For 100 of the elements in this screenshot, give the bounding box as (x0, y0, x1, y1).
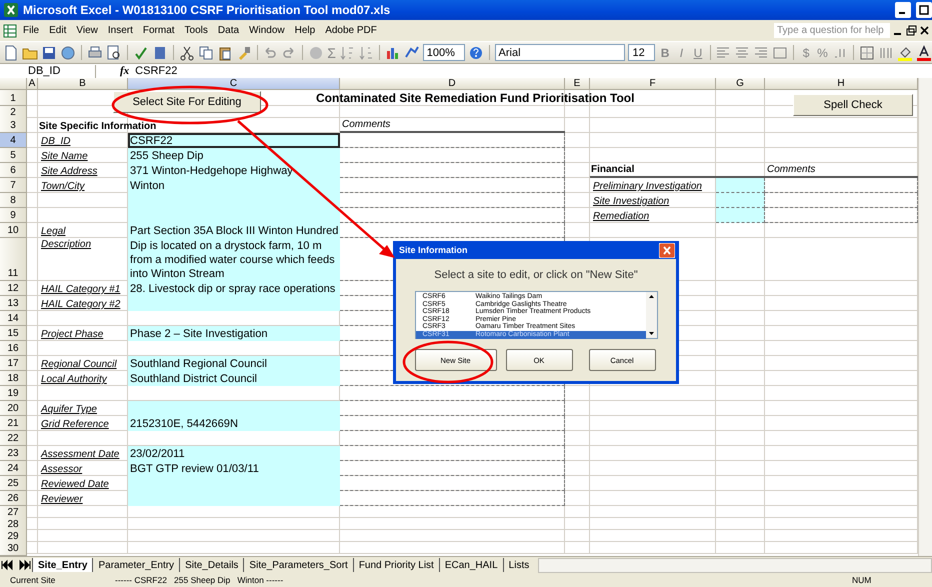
menu-item[interactable]: Format (138, 23, 180, 38)
input-cell[interactable]: 2152310E, 5442669N (128, 416, 340, 431)
function-label[interactable]: fx (120, 65, 130, 77)
help-search-field[interactable]: Type a question for help (774, 23, 890, 38)
select-site-button[interactable]: Select Site For Editing (113, 91, 261, 113)
sheet-tab[interactable]: Site_Entry (32, 558, 92, 572)
input-cell[interactable]: 28. Livestock dip or spray race operations (128, 281, 340, 296)
column-header[interactable]: D (340, 78, 565, 90)
input-cell[interactable] (128, 401, 340, 416)
menu-item[interactable]: View (71, 23, 103, 38)
input-cell[interactable]: 255 Sheep Dip (128, 148, 340, 163)
sort-ascending-icon[interactable] (338, 44, 355, 60)
minimize-button[interactable] (895, 2, 911, 18)
font-color-icon[interactable] (916, 44, 932, 60)
select-all-corner[interactable] (0, 78, 27, 90)
paste-icon[interactable] (216, 44, 233, 60)
spreadsheet-icon[interactable] (2, 22, 18, 38)
spelling-icon[interactable] (132, 44, 149, 60)
input-cell[interactable]: Southland District Council (128, 371, 340, 386)
new-document-icon[interactable] (3, 44, 19, 60)
align-center-icon[interactable] (734, 44, 750, 60)
column-header[interactable]: G (716, 78, 765, 90)
vertical-scrollbar[interactable] (918, 78, 932, 556)
merge-icon[interactable] (772, 44, 788, 60)
input-cell[interactable]: Winton (128, 178, 340, 193)
row-number[interactable]: 18 (0, 371, 27, 386)
close-button[interactable] (659, 242, 675, 258)
save-icon[interactable] (41, 44, 57, 60)
row-number[interactable]: 13 (0, 296, 27, 311)
row-number[interactable]: 6 (0, 163, 27, 178)
sheet-tab[interactable]: ECan_HAIL (438, 558, 503, 572)
column-header[interactable]: C (128, 78, 340, 90)
row-number[interactable]: 14 (0, 311, 27, 326)
menu-item[interactable]: File (18, 23, 44, 38)
align-left-icon[interactable] (715, 44, 732, 60)
font-size-combo[interactable]: 12 (628, 44, 656, 61)
row-number[interactable]: 30 (0, 542, 27, 556)
menu-item[interactable]: Window (244, 23, 290, 38)
row-number[interactable]: 4 (0, 133, 27, 148)
row-number[interactable]: 3 (0, 118, 27, 133)
row-number[interactable]: 1 (0, 90, 27, 106)
row-number[interactable]: 20 (0, 401, 27, 416)
row-number[interactable]: 19 (0, 386, 27, 401)
sheet-tab[interactable]: Site_Details (179, 558, 244, 572)
row-number[interactable]: 15 (0, 326, 27, 341)
row-number[interactable]: 26 (0, 491, 27, 506)
menu-item[interactable]: Help (290, 23, 320, 38)
row-number[interactable]: 9 (0, 208, 27, 223)
input-cell[interactable]: BGT GTP review 01/03/11 (128, 461, 340, 476)
align-right-icon[interactable] (753, 44, 770, 60)
column-header[interactable]: H (765, 78, 918, 90)
row-number[interactable]: 23 (0, 446, 27, 461)
row-number[interactable]: 8 (0, 193, 27, 208)
comment-cell[interactable] (340, 431, 565, 446)
menu-item[interactable]: Insert (102, 23, 138, 38)
print-preview-icon[interactable] (106, 44, 122, 60)
row-number[interactable]: 16 (0, 341, 27, 356)
column-header[interactable]: E (565, 78, 590, 90)
row-number[interactable]: 11 (0, 238, 27, 281)
input-cell[interactable]: 371 Winton-Hedgehope Highway (128, 163, 340, 178)
help-icon[interactable] (468, 44, 484, 60)
drawing-icon[interactable] (404, 44, 420, 60)
list-scrollbar[interactable] (646, 292, 656, 338)
input-cell[interactable] (128, 296, 340, 311)
row-number[interactable]: 17 (0, 356, 27, 371)
maximize-button[interactable] (916, 2, 932, 18)
row-number[interactable]: 10 (0, 223, 27, 238)
column-header[interactable]: F (590, 78, 716, 90)
formula-field[interactable]: CSRF22 (135, 65, 178, 77)
row-number[interactable]: 5 (0, 148, 27, 163)
cut-icon[interactable] (178, 44, 195, 60)
sheet-tab[interactable]: Fund Priority List (352, 558, 439, 572)
input-cell[interactable]: Dip is located on a drystock farm, 10 m from a modified water course which feeds into Winton Stream (128, 238, 340, 281)
input-cell[interactable] (716, 178, 765, 193)
restore-icon[interactable] (904, 22, 918, 38)
row-number[interactable]: 7 (0, 178, 27, 193)
input-cell[interactable] (716, 208, 765, 223)
input-cell[interactable] (128, 491, 340, 506)
spell-check-button[interactable]: Spell Check (793, 94, 913, 116)
row-number[interactable]: 12 (0, 281, 27, 296)
row-number[interactable]: 25 (0, 476, 27, 491)
input-cell[interactable] (716, 193, 765, 208)
input-cell[interactable]: Phase 2 – Site Investigation (128, 326, 340, 341)
row-number[interactable]: 24 (0, 461, 27, 476)
horizontal-scrollbar[interactable] (538, 558, 932, 572)
menu-item[interactable]: Edit (44, 23, 72, 38)
comment-cell[interactable] (340, 208, 565, 223)
row-number[interactable]: 21 (0, 416, 27, 431)
column-header[interactable]: B (38, 78, 128, 90)
sheet-tab[interactable]: Lists (502, 558, 534, 572)
row-number[interactable]: 22 (0, 431, 27, 446)
input-cell[interactable]: Part Section 35A Block III Winton Hundred (128, 223, 340, 238)
copy-icon[interactable] (198, 44, 214, 60)
fill-color-icon[interactable] (897, 44, 914, 60)
borders-icon[interactable] (859, 44, 876, 60)
column-header[interactable]: A (27, 78, 38, 90)
sheet-tab[interactable]: Parameter_Entry (92, 558, 180, 572)
input-cell[interactable]: 23/02/2011 (128, 446, 340, 461)
print-icon[interactable] (86, 44, 103, 60)
font-combo[interactable]: Arial (494, 44, 626, 61)
